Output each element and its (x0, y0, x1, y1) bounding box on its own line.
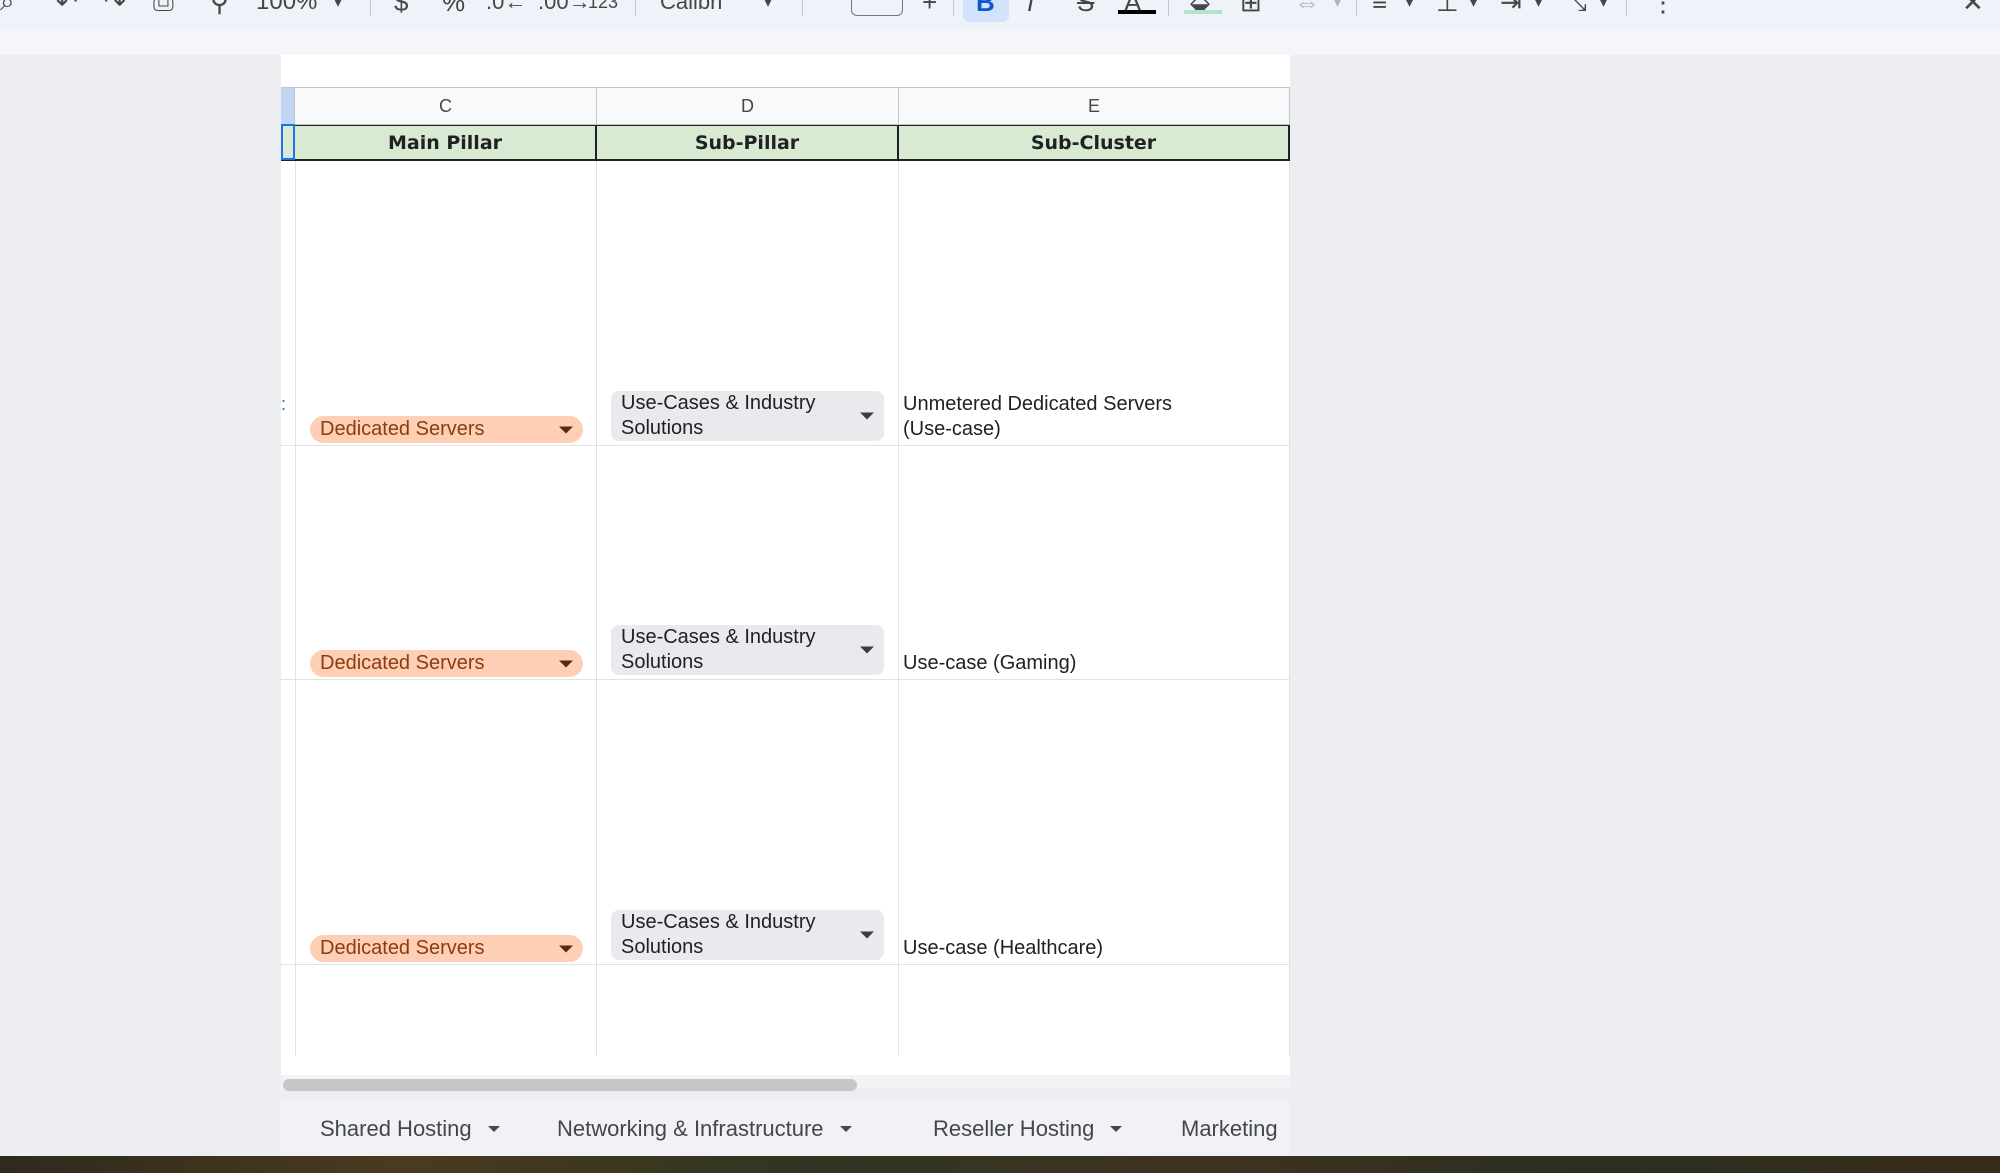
cell-b-link-fragment[interactable]: : (281, 394, 286, 415)
sub-cluster-cell[interactable]: Use-case (Gaming) (903, 651, 1283, 676)
gridline (1289, 161, 1290, 1056)
sub-cluster-cell[interactable]: Unmetered Dedicated Servers (Use-case) (903, 392, 1203, 442)
merge-cells-icon[interactable]: ⇔ (1294, 0, 1320, 22)
borders-icon[interactable]: ⊞ (1240, 0, 1262, 22)
main-pillar-value: Dedicated Servers (320, 418, 485, 440)
horizontal-scrollbar[interactable] (283, 1079, 857, 1091)
selected-cell[interactable] (281, 124, 295, 160)
strikethrough-icon[interactable]: S (1077, 0, 1094, 22)
currency-icon[interactable]: $ (394, 0, 408, 22)
column-header-e[interactable]: E (899, 88, 1290, 124)
close-icon[interactable]: ✕ (1962, 0, 1984, 22)
more-options-icon[interactable]: ⋮ (1650, 0, 1676, 22)
fill-color-swatch (1184, 10, 1222, 14)
tab-networking-infrastructure[interactable]: Networking & Infrastructure (557, 1100, 852, 1157)
toolbar-divider (635, 0, 636, 16)
sheet-tab-bar: Shared Hosting Networking & Infrastructu… (281, 1100, 1290, 1157)
main-pillar-value: Dedicated Servers (320, 652, 485, 674)
toolbar-divider (1356, 0, 1357, 16)
gridline (295, 161, 296, 1056)
text-color-swatch (1118, 10, 1156, 14)
column-header-c[interactable]: C (295, 88, 597, 124)
sub-pillar-value: Use-Cases & Industry Solutions (621, 911, 816, 958)
gridline (281, 964, 1290, 965)
chevron-down-icon[interactable]: ▾ (1406, 0, 1413, 22)
tab-label: Reseller Hosting (933, 1116, 1095, 1141)
header-sub-pillar[interactable]: Sub-Pillar (597, 126, 899, 160)
increase-decimal-icon[interactable]: .00→ (538, 0, 591, 22)
chevron-down-icon[interactable] (1110, 1125, 1123, 1132)
header-sub-cluster[interactable]: Sub-Cluster (899, 126, 1290, 160)
chevron-down-icon[interactable] (487, 1125, 500, 1132)
toolbar: ⌕ ↶ ↷ ⎙ ⚲ 100% ▾ $ % .0← .00→ 123 Calibr… (0, 0, 2000, 30)
redo-icon[interactable]: ↷ (104, 0, 126, 22)
main-pillar-value: Dedicated Servers (320, 937, 485, 959)
dropdown-arrow-icon[interactable] (860, 646, 874, 654)
dropdown-arrow-icon[interactable] (860, 412, 874, 420)
bold-icon[interactable]: B (976, 0, 995, 22)
undo-icon[interactable]: ↶ (56, 0, 78, 22)
table-header-row: Main Pillar Sub-Pillar Sub-Cluster (281, 124, 1290, 161)
sub-pillar-dropdown[interactable]: Use-Cases & Industry Solutions (611, 910, 884, 960)
zoom-select[interactable]: 100% (256, 0, 317, 22)
dropdown-arrow-icon[interactable] (860, 931, 874, 939)
tab-reseller-hosting[interactable]: Reseller Hosting (933, 1100, 1123, 1157)
increase-font-icon[interactable]: + (922, 0, 937, 22)
column-header-b-selected[interactable] (281, 88, 295, 124)
spreadsheet-grid[interactable]: C D E Main Pillar Sub-Pillar Sub-Cluster… (281, 55, 1290, 1091)
gridline (898, 161, 899, 1056)
toolbar-divider (953, 0, 954, 16)
chevron-down-icon[interactable]: ▾ (334, 0, 342, 22)
column-header-d[interactable]: D (597, 88, 899, 124)
gridline (281, 445, 1290, 446)
font-select[interactable]: Calibri (660, 0, 722, 22)
dropdown-arrow-icon[interactable] (559, 426, 573, 433)
chevron-down-icon[interactable]: ▾ (1334, 0, 1341, 22)
tab-marketing[interactable]: Marketing (1181, 1100, 1278, 1157)
tab-label: Shared Hosting (320, 1116, 472, 1141)
print-icon[interactable]: ⎙ (153, 0, 174, 22)
vertical-align-icon[interactable]: ⊥ (1436, 0, 1459, 22)
sub-pillar-dropdown[interactable]: Use-Cases & Industry Solutions (611, 625, 884, 675)
percent-icon[interactable]: % (442, 0, 465, 22)
main-pillar-dropdown[interactable]: Dedicated Servers (310, 935, 583, 962)
dropdown-arrow-icon[interactable] (559, 660, 573, 667)
gridline (596, 161, 597, 1056)
toolbar-divider (1168, 0, 1169, 16)
sub-pillar-dropdown[interactable]: Use-Cases & Industry Solutions (611, 391, 884, 441)
italic-icon[interactable]: I (1027, 0, 1034, 22)
dropdown-arrow-icon[interactable] (559, 945, 573, 952)
chevron-down-icon[interactable] (839, 1125, 852, 1132)
toolbar-divider (1626, 0, 1627, 16)
sub-cluster-cell[interactable]: Use-case (Healthcare) (903, 936, 1283, 961)
desktop-wallpaper (0, 1156, 2000, 1173)
horizontal-align-icon[interactable]: ≡ (1372, 0, 1387, 22)
tab-shared-hosting[interactable]: Shared Hosting (320, 1100, 500, 1157)
chevron-down-icon[interactable]: ▾ (1600, 0, 1607, 22)
paint-format-icon[interactable]: ⚲ (210, 0, 229, 22)
number-format-icon[interactable]: 123 (588, 0, 618, 22)
toolbar-divider (370, 0, 371, 16)
column-header-row: C D E (281, 87, 1290, 125)
header-main-pillar[interactable]: Main Pillar (295, 126, 597, 160)
sub-pillar-value: Use-Cases & Industry Solutions (621, 626, 816, 673)
main-pillar-dropdown[interactable]: Dedicated Servers (310, 416, 583, 443)
chevron-down-icon[interactable]: ▾ (1535, 0, 1542, 22)
decrease-decimal-icon[interactable]: .0← (486, 0, 526, 22)
text-rotation-icon[interactable]: ⤡ (1566, 0, 1587, 22)
text-wrapping-icon[interactable]: ⇥ (1500, 0, 1522, 22)
search-icon[interactable]: ⌕ (0, 0, 15, 22)
tab-label: Marketing (1181, 1116, 1278, 1141)
chevron-down-icon[interactable]: ▾ (1470, 0, 1477, 22)
gridline (281, 679, 1290, 680)
formula-bar-area (0, 30, 2000, 55)
chevron-down-icon[interactable]: ▾ (764, 0, 772, 22)
main-pillar-dropdown[interactable]: Dedicated Servers (310, 650, 583, 677)
sub-pillar-value: Use-Cases & Industry Solutions (621, 392, 816, 439)
font-size-input[interactable] (851, 0, 903, 16)
tab-label: Networking & Infrastructure (557, 1116, 824, 1141)
toolbar-divider (802, 0, 803, 16)
